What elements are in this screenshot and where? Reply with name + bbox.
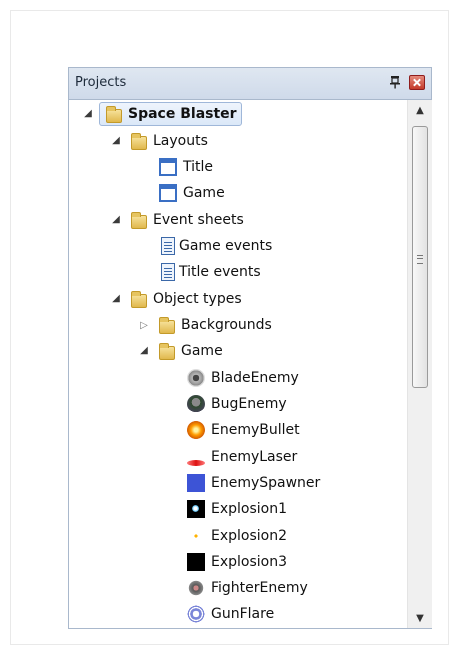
tree-item-label: GunFlare [211,606,275,622]
scroll-up-arrow-icon[interactable]: ▲ [408,100,432,120]
tree-item-gunflare[interactable]: GunFlare [181,602,274,626]
panel-title: Projects [75,75,127,90]
tree-item-enemyspawner[interactable]: EnemySpawner [181,471,320,495]
layout-icon [159,158,177,176]
tree-item-label: EnemyBullet [211,422,300,438]
event-sheet-icon [161,263,175,281]
layout-icon [159,184,177,202]
tree-item-label: Game events [179,238,273,254]
expand-arrow-icon[interactable] [111,135,121,147]
tree-item-label: Event sheets [153,212,244,228]
expand-arrow-icon[interactable] [111,214,121,226]
tree-item-label: Backgrounds [181,317,272,333]
tree-item-fighterenemy[interactable]: FighterEnemy [181,576,308,600]
folder-icon [159,343,175,360]
tree-item-title-events[interactable]: Title events [153,260,261,284]
tree-item-label: Game [183,185,225,201]
close-icon[interactable] [409,75,425,90]
enemy-bullet-icon [187,421,205,439]
tree-item-explosion3[interactable]: Explosion3 [181,550,287,574]
tree-item-backgrounds[interactable]: Backgrounds [153,313,272,337]
tree-item-enemybullet[interactable]: EnemyBullet [181,418,300,442]
tree-item-object-types[interactable]: Object types [125,287,242,311]
enemy-laser-icon [187,460,205,466]
folder-icon [106,106,122,123]
folder-icon [131,133,147,150]
tree-item-label: Object types [153,291,242,307]
tree-item-event-sheets[interactable]: Event sheets [125,208,244,232]
tree-item-label: Game [181,343,223,359]
expand-arrow-icon[interactable] [139,345,149,357]
scrollbar-thumb[interactable] [412,126,428,388]
tree-item-label: FighterEnemy [211,580,308,596]
event-sheet-icon [161,237,175,255]
enemy-spawner-icon [187,474,205,492]
tree-item-space-blaster[interactable]: Space Blaster [99,102,242,126]
project-tree: Space Blaster Layouts Title Game Event s… [69,100,407,628]
folder-icon [159,317,175,334]
expand-arrow-icon[interactable] [83,108,93,120]
gun-flare-icon [187,605,205,623]
tree-item-label: BladeEnemy [211,370,299,386]
tree-item-bladeenemy[interactable]: BladeEnemy [181,366,299,390]
folder-icon [131,212,147,229]
content-card: Projects Space Blaster Layouts Title [10,10,449,645]
vertical-scrollbar[interactable]: ▲ ▼ [407,100,432,628]
tree-item-explosion1[interactable]: Explosion1 [181,497,287,521]
tree-item-game-layout[interactable]: Game [153,181,225,205]
tree-item-game-events[interactable]: Game events [153,234,272,258]
pin-icon[interactable] [389,75,401,91]
tree-item-bugenemy[interactable]: BugEnemy [181,392,287,416]
tree-item-label: BugEnemy [211,396,287,412]
tree-item-label: Explosion3 [211,554,288,570]
collapse-arrow-icon[interactable] [139,319,149,331]
tree-item-enemylaser[interactable]: EnemyLaser [181,445,297,469]
panel-titlebar: Projects [69,68,431,100]
tree-item-layouts[interactable]: Layouts [125,129,208,153]
tree-item-explosion2[interactable]: Explosion2 [181,524,287,548]
scrollbar-grip-icon [417,255,423,264]
explosion3-icon [187,553,205,571]
tree-item-label: Layouts [153,133,208,149]
explosion1-icon [187,500,205,518]
tree-item-title-layout[interactable]: Title [153,155,213,179]
blade-enemy-icon [187,369,205,387]
expand-arrow-icon[interactable] [111,293,121,305]
projects-panel: Projects Space Blaster Layouts Title [68,67,432,629]
tree-item-label: EnemyLaser [211,449,298,465]
tree-item-label: EnemySpawner [211,475,321,491]
explosion2-icon [187,527,205,545]
tree-item-label: Explosion1 [211,501,288,517]
tree-item-game-folder[interactable]: Game [153,339,223,363]
scroll-down-arrow-icon[interactable]: ▼ [408,608,432,628]
bug-enemy-icon [187,395,205,413]
tree-item-label: Explosion2 [211,528,288,544]
tree-item-label: Space Blaster [128,106,237,122]
tree-item-label: Title [183,159,214,175]
fighter-enemy-icon [187,579,205,597]
tree-item-label: Title events [179,264,261,280]
folder-icon [131,291,147,308]
